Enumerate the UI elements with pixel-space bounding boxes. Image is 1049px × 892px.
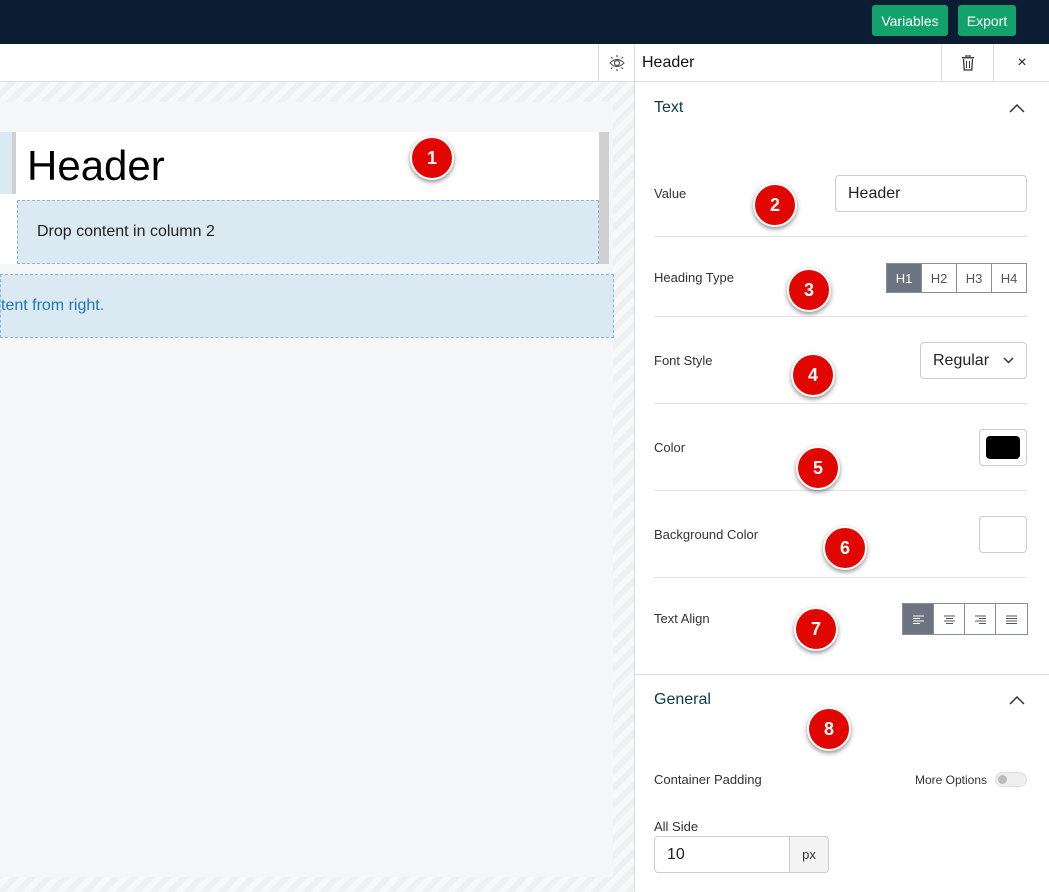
more-options-label: More Options (915, 773, 988, 787)
annotation-marker-1: 1 (410, 136, 454, 180)
align-left-icon (912, 615, 924, 624)
panel-title: Header (642, 54, 695, 71)
heading-type-label: Heading Type (654, 270, 734, 285)
heading-h3-button[interactable]: H3 (957, 264, 992, 292)
all-side-input[interactable]: 10 (654, 836, 790, 873)
value-label: Value (654, 186, 687, 201)
divider (654, 316, 1027, 317)
canvas-content: Header Drop content in column 2 tent fro… (0, 102, 614, 877)
row-right-handle[interactable] (599, 132, 609, 264)
align-left-button[interactable] (903, 604, 934, 634)
close-icon: × (1017, 54, 1027, 71)
align-center-icon (943, 615, 955, 624)
heading-h2-button[interactable]: H2 (922, 264, 957, 292)
top-bar: Variables Export (0, 0, 1049, 44)
unit-label: px (790, 836, 829, 873)
properties-panel: Header × Text Value Header Heading Type … (634, 44, 1049, 892)
align-justify-icon (1006, 615, 1017, 624)
text-section-title[interactable]: Text (654, 99, 683, 117)
drop-right-text: tent from right. (1, 297, 105, 314)
all-side-label: All Side (654, 819, 699, 834)
column-1-edge[interactable] (0, 132, 16, 194)
font-style-select[interactable]: Regular (920, 342, 1027, 379)
close-button[interactable]: × (993, 44, 1049, 82)
divider (654, 403, 1027, 404)
divider (654, 236, 1027, 237)
color-picker[interactable] (979, 429, 1027, 466)
annotation-marker-3: 3 (787, 268, 831, 312)
row-block[interactable]: Header Drop content in column 2 (0, 132, 609, 264)
trash-icon (961, 55, 974, 71)
divider (654, 490, 1027, 491)
section-divider (635, 674, 1049, 675)
align-right-button[interactable] (965, 604, 996, 634)
color-swatch (986, 436, 1020, 459)
column-2-placeholder: Drop content in column 2 (37, 223, 215, 240)
chevron-down-icon (1003, 357, 1014, 364)
container-padding-label: Container Padding (654, 772, 762, 787)
font-style-value: Regular (933, 351, 990, 369)
drop-from-right-zone[interactable]: tent from right. (0, 274, 614, 338)
all-side-value: 10 (667, 845, 685, 863)
background-color-label: Background Color (654, 527, 759, 542)
general-section-title[interactable]: General (654, 691, 711, 709)
editor-canvas: Header Drop content in column 2 tent fro… (0, 82, 634, 892)
heading-type-selector: H1 H2 H3 H4 (886, 263, 1027, 293)
toggle-knob (998, 775, 1007, 784)
align-center-button[interactable] (934, 604, 965, 634)
annotation-marker-2: 2 (753, 183, 797, 227)
preview-toggle[interactable] (598, 44, 634, 81)
background-color-picker[interactable] (979, 516, 1027, 553)
align-right-icon (974, 615, 986, 624)
annotation-marker-5: 5 (796, 446, 840, 490)
delete-button[interactable] (941, 44, 993, 82)
align-justify-button[interactable] (996, 604, 1027, 634)
text-align-selector (902, 603, 1028, 635)
background-color-swatch (986, 523, 1020, 546)
value-input-text: Header (848, 184, 901, 202)
text-align-label: Text Align (654, 611, 710, 626)
canvas-toolbar (0, 44, 634, 82)
heading-h4-button[interactable]: H4 (992, 264, 1026, 292)
annotation-marker-7: 7 (794, 607, 838, 651)
annotation-marker-8: 8 (807, 707, 851, 751)
variables-button[interactable]: Variables (872, 5, 948, 36)
chevron-up-icon[interactable] (1009, 103, 1025, 113)
color-label: Color (654, 440, 686, 455)
chevron-up-icon[interactable] (1009, 695, 1025, 705)
heading-h1-button[interactable]: H1 (887, 264, 922, 292)
eye-settings-icon (608, 54, 625, 71)
annotation-marker-6: 6 (823, 526, 867, 570)
export-button[interactable]: Export (958, 5, 1016, 36)
font-style-label: Font Style (654, 353, 713, 368)
more-options-toggle[interactable] (995, 772, 1027, 787)
divider (654, 577, 1027, 578)
header-element[interactable]: Header (27, 142, 165, 190)
value-input[interactable]: Header (835, 175, 1027, 212)
panel-header: Header × (635, 44, 1049, 82)
annotation-marker-4: 4 (791, 353, 835, 397)
column-2-dropzone[interactable]: Drop content in column 2 (17, 200, 599, 264)
